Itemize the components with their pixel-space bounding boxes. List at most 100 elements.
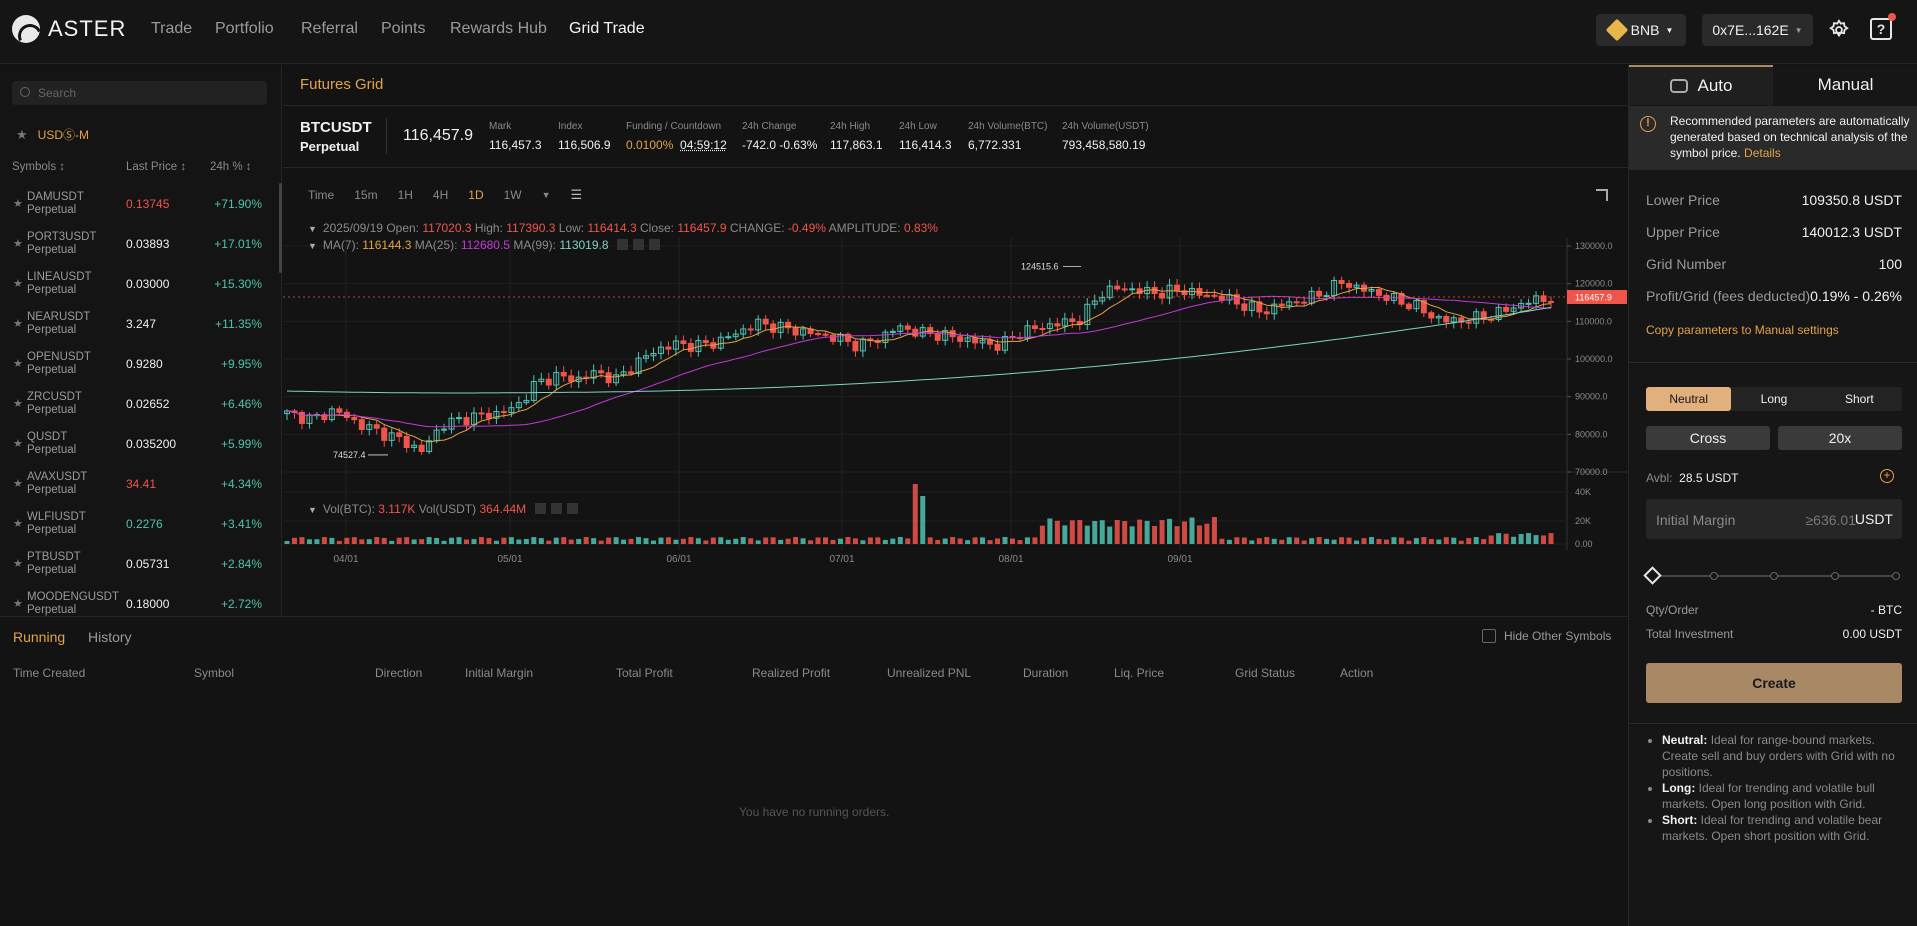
help-icon[interactable]: ? xyxy=(1870,18,1892,40)
symbol-name: MOODENGUSDT Perpetual xyxy=(27,591,119,617)
candle-body xyxy=(598,370,605,374)
symbol-row[interactable]: ★ DAMUSDT Perpetual 0.13745 +71.90% xyxy=(0,187,270,227)
favorite-star-icon[interactable]: ★ xyxy=(13,477,23,490)
settings-icon[interactable] xyxy=(534,503,546,514)
col-symbols[interactable]: Symbols ↕ xyxy=(12,161,65,173)
interval-1w[interactable]: 1W xyxy=(504,188,522,202)
wallet-button[interactable]: 0x7E...162E ▼ xyxy=(1702,14,1813,46)
slider-step[interactable] xyxy=(1831,572,1839,580)
margin-mode-button[interactable]: Cross xyxy=(1646,426,1770,450)
candle-body xyxy=(1428,312,1435,319)
copy-to-manual-link[interactable]: Copy parameters to Manual settings xyxy=(1646,323,1839,337)
favorite-star-icon[interactable]: ★ xyxy=(13,237,23,250)
tab-manual[interactable]: Manual xyxy=(1773,65,1917,105)
symbol-row[interactable]: ★ LINEAUSDT Perpetual 0.03000 +15.30% xyxy=(0,267,270,307)
slider-handle[interactable] xyxy=(1643,566,1662,585)
margin-slider[interactable] xyxy=(1643,566,1902,585)
favorite-star-icon[interactable]: ★ xyxy=(13,277,23,290)
nav-points[interactable]: Points xyxy=(381,20,425,38)
scrollbar[interactable] xyxy=(279,183,282,273)
favorite-star-icon[interactable]: ★ xyxy=(13,397,23,410)
min-margin-hint: ≥636.01 xyxy=(1805,512,1856,528)
direction-long[interactable]: Long xyxy=(1731,387,1816,411)
stat-value: 116,457.3 xyxy=(489,138,542,152)
tab-auto[interactable]: Auto xyxy=(1629,65,1773,105)
param-value: 140012.3 USDT xyxy=(1801,224,1902,240)
market-tab-usds-m[interactable]: ★ USDⓈ-M xyxy=(16,126,89,143)
direction-short[interactable]: Short xyxy=(1817,387,1902,411)
chain-selector[interactable]: BNB ▼ xyxy=(1596,14,1686,46)
aster-logo[interactable]: ASTER xyxy=(12,15,126,43)
visibility-icon[interactable] xyxy=(550,503,562,514)
volume-bar xyxy=(1159,520,1165,544)
visibility-icon[interactable] xyxy=(632,239,644,250)
collapse-icon[interactable]: ▼ xyxy=(308,224,317,234)
gear-icon[interactable] xyxy=(1828,19,1850,41)
symbol-row[interactable]: ★ PTBUSDT Perpetual 0.05731 +2.84% xyxy=(0,547,270,587)
interval-time[interactable]: Time xyxy=(308,188,334,202)
symbol-change: +71.90% xyxy=(214,197,262,211)
symbol-row[interactable]: ★ NEARUSDT Perpetual 3.247 +11.35% xyxy=(0,307,270,347)
stat-label: Mark xyxy=(489,121,512,132)
slider-step[interactable] xyxy=(1892,572,1900,580)
symbol-row[interactable]: ★ AVAXUSDT Perpetual 34.41 +4.34% xyxy=(0,467,270,507)
ticker-symbol[interactable]: BTCUSDT xyxy=(300,119,372,136)
collapse-icon[interactable]: ▼ xyxy=(308,241,317,251)
interval-1d[interactable]: 1D xyxy=(468,188,483,202)
hide-other-symbols-checkbox[interactable]: Hide Other Symbols xyxy=(1482,629,1611,643)
symbol-row[interactable]: ★ ZRCUSDT Perpetual 0.02652 +6.46% xyxy=(0,387,270,427)
search-input[interactable]: Search xyxy=(12,81,267,105)
interval-1h[interactable]: 1H xyxy=(398,188,413,202)
symbol-change: +9.95% xyxy=(220,357,262,371)
favorite-star-icon[interactable]: ★ xyxy=(13,597,23,610)
col-last-price[interactable]: Last Price ↕ xyxy=(126,161,186,173)
volume-bar xyxy=(905,538,911,544)
nav-trade[interactable]: Trade xyxy=(151,20,192,38)
direction-neutral[interactable]: Neutral xyxy=(1646,387,1732,411)
tab-running[interactable]: Running xyxy=(13,629,65,645)
nav-rewards-hub[interactable]: Rewards Hub xyxy=(450,20,547,38)
initial-margin-input[interactable]: Initial Margin ≥636.01 USDT xyxy=(1646,499,1902,539)
indicator-settings-icon[interactable]: ☰ xyxy=(571,187,583,203)
favorite-star-icon[interactable]: ★ xyxy=(13,557,23,570)
favorite-star-icon[interactable]: ★ xyxy=(13,357,23,370)
close-icon[interactable] xyxy=(566,503,578,514)
details-link[interactable]: Details xyxy=(1744,146,1781,160)
symbol-change: +2.72% xyxy=(220,597,262,611)
settings-icon[interactable] xyxy=(616,239,628,250)
stat-24h-change: 24h Change -742.0 -0.63% xyxy=(742,121,817,152)
nav-grid-trade[interactable]: Grid Trade xyxy=(569,20,645,38)
slider-step[interactable] xyxy=(1710,572,1718,580)
leverage-button[interactable]: 20x xyxy=(1778,426,1902,450)
favorite-star-icon[interactable]: ★ xyxy=(13,317,23,330)
tab-manual-label: Manual xyxy=(1817,75,1874,94)
create-button[interactable]: Create xyxy=(1646,663,1902,703)
volume-bar xyxy=(1286,537,1292,544)
close-icon[interactable] xyxy=(648,239,660,250)
symbol-row[interactable]: ★ WLFIUSDT Perpetual 0.2276 +3.41% xyxy=(0,507,270,547)
checkbox[interactable] xyxy=(1482,629,1496,643)
favorite-star-icon[interactable]: ★ xyxy=(13,517,23,530)
volume-bar xyxy=(972,537,978,544)
col-24h-change[interactable]: 24h % ↕ xyxy=(210,161,252,173)
favorite-star-icon[interactable]: ★ xyxy=(13,437,23,450)
notice-text: Recommended parameters are automatically… xyxy=(1670,113,1916,161)
nav-referral[interactable]: Referral xyxy=(301,20,358,38)
more-intervals-icon[interactable]: ▼ xyxy=(542,190,551,200)
volume-bar xyxy=(1211,517,1217,544)
interval-15m[interactable]: 15m xyxy=(354,188,377,202)
fullscreen-icon[interactable] xyxy=(1596,189,1608,201)
volume-bar xyxy=(1009,538,1015,544)
volume-bar xyxy=(1466,538,1472,544)
favorite-star-icon[interactable]: ★ xyxy=(13,197,23,210)
nav-portfolio[interactable]: Portfolio xyxy=(215,20,274,38)
symbol-row[interactable]: ★ OPENUSDT Perpetual 0.9280 +9.95% xyxy=(0,347,270,387)
add-funds-icon[interactable]: + xyxy=(1880,469,1894,483)
collapse-icon[interactable]: ▼ xyxy=(308,505,317,515)
slider-step[interactable] xyxy=(1770,572,1778,580)
symbol-row[interactable]: ★ QUSDT Perpetual 0.035200 +5.99% xyxy=(0,427,270,467)
symbol-row[interactable]: ★ PORT3USDT Perpetual 0.03893 +17.01% xyxy=(0,227,270,267)
interval-4h[interactable]: 4H xyxy=(433,188,448,202)
tab-history[interactable]: History xyxy=(88,629,132,645)
volume-bar xyxy=(1346,537,1352,544)
